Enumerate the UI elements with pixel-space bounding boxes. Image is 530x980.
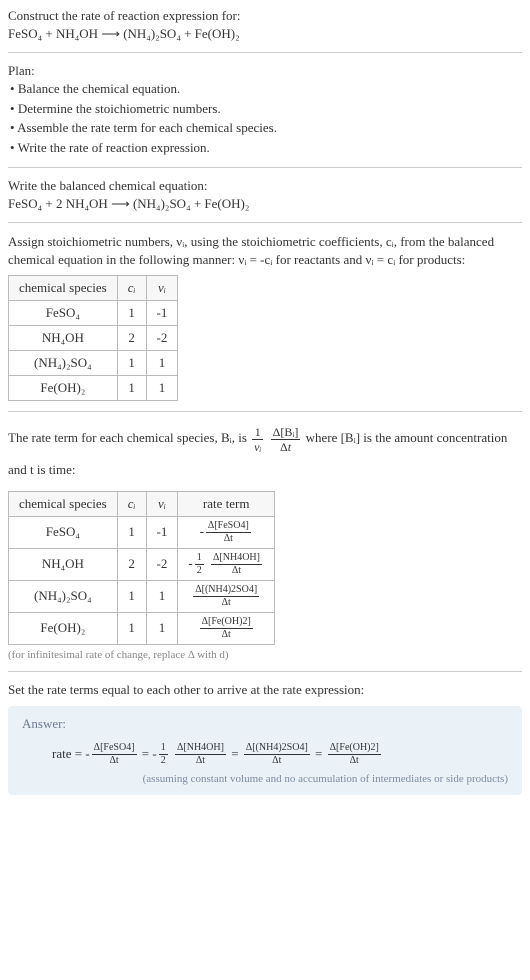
answer-box: Answer: rate = -Δ[FeSO4]Δt = -12 Δ[NH4OH… — [8, 706, 522, 795]
final-text: Set the rate terms equal to each other t… — [8, 682, 522, 698]
table-row: Fe(OH)₂ 1 1 Δ[Fe(OH)2]Δt — [9, 612, 275, 644]
plan-item: Write the rate of reaction expression. — [10, 138, 522, 158]
col-header: rate term — [178, 491, 275, 516]
answer-expression: rate = -Δ[FeSO4]Δt = -12 Δ[NH4OH]Δt = Δ[… — [52, 738, 508, 769]
col-header: νᵢ — [146, 276, 178, 301]
balanced-equation: FeSO₄ + 2 NH₄OH ⟶ (NH₄)₂SO₄ + Fe(OH)₂ — [8, 196, 522, 212]
separator — [8, 167, 522, 168]
rate-term-cell: -12 Δ[NH4OH]Δt — [178, 548, 275, 580]
rate-formula-frac: Δ[Bᵢ]Δt — [271, 426, 301, 453]
answer-label: Answer: — [22, 716, 508, 732]
separator — [8, 671, 522, 672]
prompt-section: Construct the rate of reaction expressio… — [8, 8, 522, 42]
rate-term-cell: -Δ[FeSO4]Δt — [178, 516, 275, 548]
prompt-equation: FeSO₄ + NH₄OH ⟶ (NH₄)₂SO₄ + Fe(OH)₂ — [8, 26, 522, 42]
rate-prefix: rate = — [52, 746, 85, 761]
col-header: cᵢ — [117, 491, 146, 516]
table-row: Fe(OH)₂11 — [9, 376, 178, 401]
separator — [8, 411, 522, 412]
col-header: νᵢ — [146, 491, 178, 516]
table-row: (NH₄)₂SO₄11 — [9, 351, 178, 376]
balanced-section: Write the balanced chemical equation: Fe… — [8, 178, 522, 212]
plan-item: Balance the chemical equation. — [10, 79, 522, 99]
table-row: (NH₄)₂SO₄ 1 1 Δ[(NH4)2SO4]Δt — [9, 580, 275, 612]
col-header: chemical species — [9, 276, 118, 301]
answer-note: (assuming constant volume and no accumul… — [22, 773, 508, 785]
rateterm-section: The rate term for each chemical species,… — [8, 422, 522, 484]
plan-item: Assemble the rate term for each chemical… — [10, 118, 522, 138]
prompt-title: Construct the rate of reaction expressio… — [8, 8, 522, 24]
plan-item: Determine the stoichiometric numbers. — [10, 99, 522, 119]
balanced-heading: Write the balanced chemical equation: — [8, 178, 522, 194]
rateterm-text-before: The rate term for each chemical species,… — [8, 430, 250, 445]
rate-formula-coef: 1νᵢ — [252, 426, 263, 453]
plan-section: Plan: Balance the chemical equation. Det… — [8, 63, 522, 157]
col-header: chemical species — [9, 491, 118, 516]
table-row: FeSO₄1-1 — [9, 301, 178, 326]
assign-text: Assign stoichiometric numbers, νᵢ, using… — [8, 233, 522, 269]
rate-term-cell: Δ[Fe(OH)2]Δt — [178, 612, 275, 644]
plan-heading: Plan: — [8, 63, 522, 79]
table-row: NH₄OH 2 -2 -12 Δ[NH4OH]Δt — [9, 548, 275, 580]
assign-section: Assign stoichiometric numbers, νᵢ, using… — [8, 233, 522, 401]
table-row: NH₄OH2-2 — [9, 326, 178, 351]
rateterm-table: chemical species cᵢ νᵢ rate term FeSO₄ 1… — [8, 491, 275, 645]
col-header: cᵢ — [117, 276, 146, 301]
table-header-row: chemical species cᵢ νᵢ — [9, 276, 178, 301]
separator — [8, 52, 522, 53]
rateterm-note: (for infinitesimal rate of change, repla… — [8, 649, 522, 661]
rate-term-cell: Δ[(NH4)2SO4]Δt — [178, 580, 275, 612]
stoich-table: chemical species cᵢ νᵢ FeSO₄1-1 NH₄OH2-2… — [8, 275, 178, 401]
table-header-row: chemical species cᵢ νᵢ rate term — [9, 491, 275, 516]
table-row: FeSO₄ 1 -1 -Δ[FeSO4]Δt — [9, 516, 275, 548]
separator — [8, 222, 522, 223]
